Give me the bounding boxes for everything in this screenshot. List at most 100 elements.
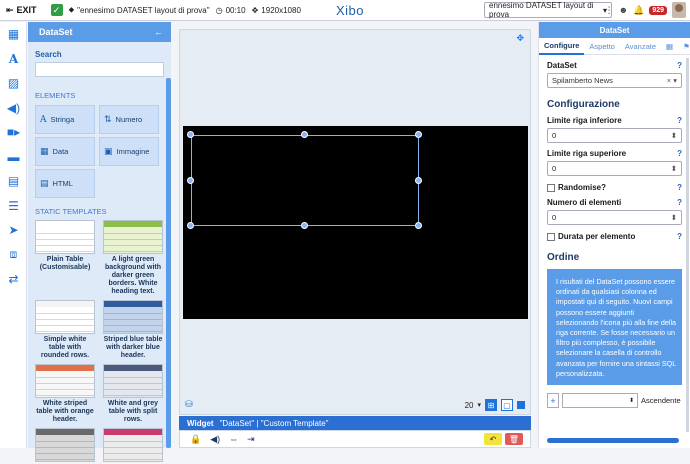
image-icon[interactable]: ▨: [0, 71, 27, 96]
help-icon[interactable]: ?: [677, 61, 682, 70]
ordine-heading: Ordine: [547, 252, 580, 263]
element-html[interactable]: ▤ HTML: [35, 169, 95, 198]
resize-handle[interactable]: [415, 131, 422, 138]
dataset-select[interactable]: Spilamberto News × ▾: [547, 73, 682, 88]
template-card[interactable]: Striped blue table with darker blue head…: [103, 300, 163, 360]
resize-handle[interactable]: [301, 131, 308, 138]
layout-selector[interactable]: ennesimo DATASET layout di prova ▾: [484, 1, 612, 19]
selected-widget-box[interactable]: [191, 135, 419, 226]
widgets-icon[interactable]: ▦: [0, 22, 27, 47]
fit-grid-button[interactable]: ⊞: [485, 399, 497, 411]
arrow-left-icon[interactable]: ←: [154, 27, 163, 37]
chevron-down-icon[interactable]: ▾: [477, 401, 481, 409]
exit-icon: ⇤: [6, 4, 14, 15]
resize-handle[interactable]: [415, 222, 422, 229]
template-card[interactable]: A light green background with darker gre…: [103, 220, 163, 296]
num-items-input[interactable]: 0 ⬍: [547, 210, 682, 225]
properties-scrollbar[interactable]: [686, 58, 689, 432]
element-data[interactable]: ▦ Data: [35, 137, 95, 166]
document-icon[interactable]: ▤: [0, 169, 27, 194]
more-options-icon[interactable]: ⋮: [605, 5, 614, 16]
resize-handle[interactable]: [301, 222, 308, 229]
media-icon[interactable]: ▬: [0, 145, 27, 170]
fit-screen-button[interactable]: ▢: [501, 399, 513, 411]
template-card[interactable]: Simple white table with rounded rows.: [35, 300, 95, 360]
text-icon[interactable]: A: [0, 47, 27, 72]
resize-handle[interactable]: [187, 177, 194, 184]
search-input[interactable]: [35, 62, 164, 77]
bell-icon[interactable]: 🔔: [633, 5, 644, 16]
toolbox-scrollbar[interactable]: [166, 78, 171, 448]
tab-grid-icon[interactable]: ▦: [661, 38, 678, 55]
tab-avanzate[interactable]: Avanzate: [620, 38, 661, 55]
element-immagine[interactable]: ▣ Immagine: [99, 137, 159, 166]
resolution-text: 1920x1080: [261, 5, 301, 15]
widget-control-bar: 🔒 ◀) ⇔ ⇥ ↶ 🗑: [179, 430, 531, 448]
element-label: Numero: [115, 115, 143, 124]
randomise-checkbox[interactable]: [547, 183, 555, 192]
help-icon[interactable]: ?: [677, 232, 682, 241]
tab-configure[interactable]: Configure: [539, 38, 585, 55]
frame-icon[interactable]: ⧈: [0, 243, 27, 268]
undo-button[interactable]: ↶: [484, 433, 502, 445]
list-icon[interactable]: ☰: [0, 194, 27, 219]
stepper-icon[interactable]: ⬍: [671, 164, 677, 173]
template-card[interactable]: [103, 428, 163, 464]
resize-handle[interactable]: [415, 177, 422, 184]
template-card[interactable]: White and grey table with split rows.: [103, 364, 163, 424]
stepper-icon[interactable]: ⬍: [671, 213, 677, 222]
lower-row-limit-text: Limite riga inferiore: [547, 116, 622, 125]
element-stringa[interactable]: A Stringa: [35, 105, 95, 134]
template-thumbnail: [35, 300, 95, 334]
lower-row-limit-input[interactable]: 0 ⬍: [547, 128, 682, 143]
help-icon[interactable]: ?: [677, 183, 682, 192]
tab-aspetto[interactable]: Aspetto: [584, 38, 619, 55]
layout-name-text: "ennesimo DATASET layout di prova": [77, 5, 210, 15]
element-numero[interactable]: ⇅ Numero: [99, 105, 159, 134]
layout-canvas-area: ✥ ⛁ 20 ▾ ⊞ ▢: [179, 29, 531, 415]
order-column-select[interactable]: ⬍: [562, 393, 638, 409]
template-card[interactable]: [35, 428, 95, 464]
lower-row-limit-value: 0: [552, 131, 557, 140]
stepper-icon[interactable]: ⬍: [671, 131, 677, 140]
widget-info-bar: Widget "DataSet" | "Custom Template": [179, 416, 531, 430]
expand-icon[interactable]: ⇔: [229, 434, 238, 444]
properties-horizontal-scrollbar[interactable]: [547, 438, 679, 443]
template-card[interactable]: White striped table with orange header.: [35, 364, 95, 424]
send-icon[interactable]: ➤: [0, 218, 27, 243]
volume-icon[interactable]: ◀): [210, 434, 220, 445]
properties-panel: DataSet Configure Aspetto Avanzate ▦ ⚑ ➤…: [538, 22, 690, 448]
audio-icon[interactable]: ◀): [0, 96, 27, 121]
duration-per-item-row[interactable]: Durata per elemento?: [547, 232, 682, 241]
resize-handle[interactable]: [187, 222, 194, 229]
video-icon[interactable]: ■▸: [0, 120, 27, 145]
template-card[interactable]: Plain Table (Customisable): [35, 220, 95, 296]
randomise-checkbox-row[interactable]: Randomise??: [547, 183, 682, 192]
add-order-button[interactable]: +: [547, 393, 559, 409]
avatar[interactable]: [672, 2, 686, 18]
static-templates-label: STATIC TEMPLATES: [35, 207, 107, 216]
exit-button[interactable]: ⇤ EXIT: [0, 5, 43, 16]
duration-per-item-checkbox[interactable]: [547, 232, 555, 241]
top-icons: ⋮ ☻ 🔔 929: [605, 2, 686, 18]
upper-row-limit-value: 0: [552, 164, 557, 173]
help-icon[interactable]: ?: [677, 116, 682, 125]
user-icon[interactable]: ☻: [619, 5, 628, 15]
upper-row-limit-input[interactable]: 0 ⬍: [547, 161, 682, 176]
swap-icon[interactable]: ⇄: [0, 267, 27, 292]
layout-stage[interactable]: [183, 126, 528, 319]
lock-icon[interactable]: 🔒: [190, 434, 201, 445]
help-icon[interactable]: ?: [677, 198, 682, 207]
notification-badge[interactable]: 929: [649, 5, 667, 15]
square-icon[interactable]: [517, 401, 525, 409]
resize-handle[interactable]: [187, 131, 194, 138]
help-icon[interactable]: ?: [677, 149, 682, 158]
publish-check-icon[interactable]: ✓: [50, 4, 63, 16]
move-icon[interactable]: ✥: [516, 33, 524, 44]
clear-chevron-icon[interactable]: × ▾: [667, 76, 677, 85]
order-direction-select[interactable]: Ascendente: [641, 393, 681, 408]
layers-icon[interactable]: ⛁: [185, 399, 193, 410]
delete-button[interactable]: 🗑: [505, 433, 523, 445]
tab-flag-icon[interactable]: ⚑: [678, 38, 690, 55]
enter-icon[interactable]: ⇥: [247, 434, 255, 445]
